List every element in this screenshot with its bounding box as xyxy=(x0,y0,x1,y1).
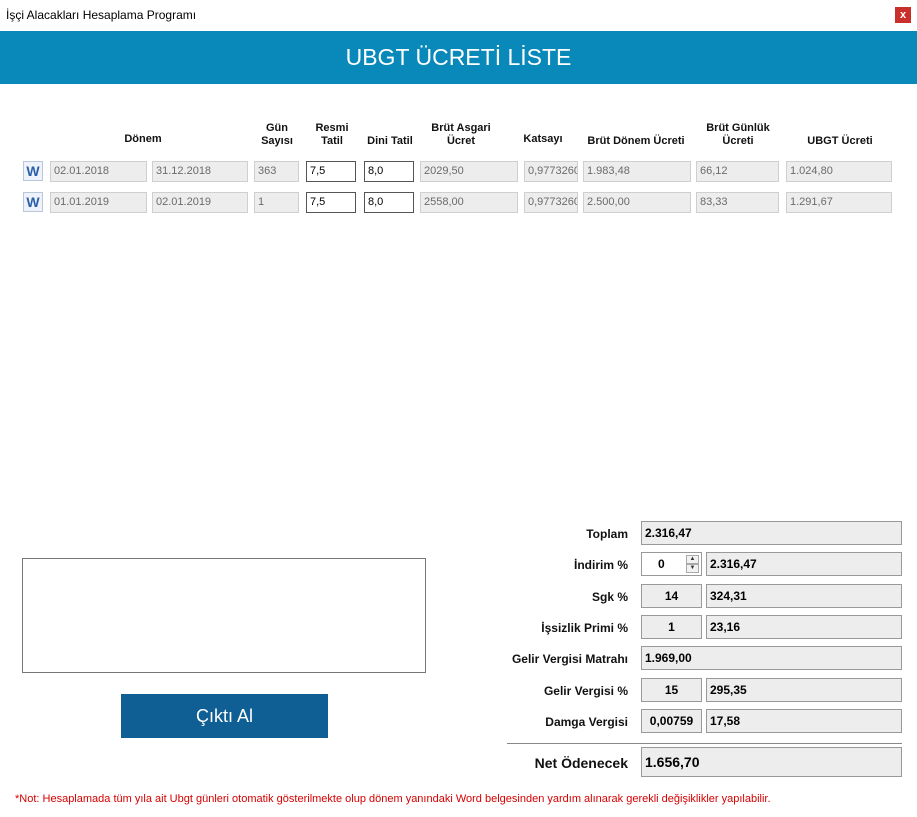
row2-ubgt: 1.291,67 xyxy=(786,192,892,213)
gelir-vergisi-label: Gelir Vergisi % xyxy=(543,684,628,698)
row2-brut-donem: 2.500,00 xyxy=(583,192,691,213)
row1-ubgt: 1.024,80 xyxy=(786,161,892,182)
net-odenecek-value: 1.656,70 xyxy=(641,747,902,777)
title-bar: İşçi Alacakları Hesaplama Programı x xyxy=(0,0,917,30)
row1-brut-asgari: 2029,50 xyxy=(420,161,518,182)
page-title: UBGT ÜCRETİ LİSTE xyxy=(0,31,917,84)
stepper-down-icon[interactable]: ▼ xyxy=(686,564,699,573)
row2-end-date: 02.01.2019 xyxy=(152,192,248,213)
window-title: İşçi Alacakları Hesaplama Programı xyxy=(6,8,197,22)
row2-dini-tatil-input[interactable]: 8,0 xyxy=(364,192,414,213)
close-button[interactable]: x xyxy=(895,7,911,23)
issizlik-value: 23,16 xyxy=(706,615,902,639)
print-button[interactable]: Çıktı Al xyxy=(121,694,328,738)
sgk-value: 324,31 xyxy=(706,584,902,608)
header-resmi-tatil-line2: Tatil xyxy=(321,135,343,147)
damga-vergisi-percent: 0,00759 xyxy=(641,709,702,733)
header-brut-asgari-line1: Brüt Asgari xyxy=(431,122,491,134)
net-odenecek-label: Net Ödenecek xyxy=(534,755,628,771)
indirim-percent-value[interactable]: 0 xyxy=(658,557,665,571)
row2-start-date: 01.01.2019 xyxy=(50,192,147,213)
header-donem: Dönem xyxy=(124,133,162,145)
word-document-icon[interactable]: W xyxy=(23,192,43,212)
gelir-vergisi-percent: 15 xyxy=(641,678,702,702)
indirim-value: 2.316,47 xyxy=(706,552,902,576)
row1-end-date: 31.12.2018 xyxy=(152,161,248,182)
header-gun-sayisi-line2: Sayısı xyxy=(261,135,293,147)
header-gun-sayisi-line1: Gün xyxy=(266,122,288,134)
damga-vergisi-value: 17,58 xyxy=(706,709,902,733)
row2-gun-sayisi: 1 xyxy=(254,192,299,213)
row1-resmi-tatil-input[interactable]: 7,5 xyxy=(306,161,356,182)
header-resmi-tatil-line1: Resmi xyxy=(315,122,349,134)
sgk-label: Sgk % xyxy=(591,590,628,604)
header-brut-gunluk-line2: Ücreti xyxy=(722,135,754,147)
row1-brut-donem: 1.983,48 xyxy=(583,161,691,182)
notes-textarea[interactable] xyxy=(22,558,426,673)
header-dini-tatil: Dini Tatil xyxy=(367,135,413,147)
word-document-icon[interactable]: W xyxy=(23,161,43,181)
header-gun-sayisi: Gün Sayısı xyxy=(254,122,300,148)
issizlik-percent: 1 xyxy=(641,615,702,639)
indirim-label: İndirim % xyxy=(573,558,628,572)
gv-matrahi-value: 1.969,00 xyxy=(641,646,902,670)
header-brut-asgari-line2: Ücret xyxy=(446,135,476,147)
row1-start-date: 02.01.2018 xyxy=(50,161,147,182)
toplam-value: 2.316,47 xyxy=(641,521,902,545)
header-ubgt: UBGT Ücreti xyxy=(807,135,873,147)
header-brut-gunluk: Brüt Günlük Ücreti xyxy=(696,122,780,148)
issizlik-label: İşsizlik Primi % xyxy=(541,621,628,635)
header-brut-gunluk-line1: Brüt Günlük xyxy=(706,122,770,134)
header-katsayi: Katsayı xyxy=(523,133,563,145)
indirim-percent-stepper[interactable]: 0 ▲ ▼ xyxy=(641,552,702,576)
gv-matrahi-label: Gelir Vergisi Matrahı xyxy=(511,652,628,666)
header-brut-asgari: Brüt Asgari Ücret xyxy=(420,122,502,148)
row2-resmi-tatil-input[interactable]: 7,5 xyxy=(306,192,356,213)
row2-brut-gunluk: 83,33 xyxy=(696,192,779,213)
row2-katsayi: 0,9773260 xyxy=(524,192,578,213)
sgk-percent: 14 xyxy=(641,584,702,608)
row1-brut-gunluk: 66,12 xyxy=(696,161,779,182)
header-brut-donem: Brüt Dönem Ücreti xyxy=(587,135,685,147)
gelir-vergisi-value: 295,35 xyxy=(706,678,902,702)
row1-katsayi: 0,9773260 xyxy=(524,161,578,182)
row1-gun-sayisi: 363 xyxy=(254,161,299,182)
stepper-up-icon[interactable]: ▲ xyxy=(686,555,699,564)
header-resmi-tatil: Resmi Tatil xyxy=(306,122,358,148)
toplam-label: Toplam xyxy=(586,527,628,541)
stepper-arrows: ▲ ▼ xyxy=(686,555,699,573)
row2-brut-asgari: 2558,00 xyxy=(420,192,518,213)
footnote: *Not: Hesaplamada tüm yıla ait Ubgt günl… xyxy=(15,793,771,805)
row1-dini-tatil-input[interactable]: 8,0 xyxy=(364,161,414,182)
damga-vergisi-label: Damga Vergisi xyxy=(545,715,628,729)
summary-divider xyxy=(507,743,902,744)
